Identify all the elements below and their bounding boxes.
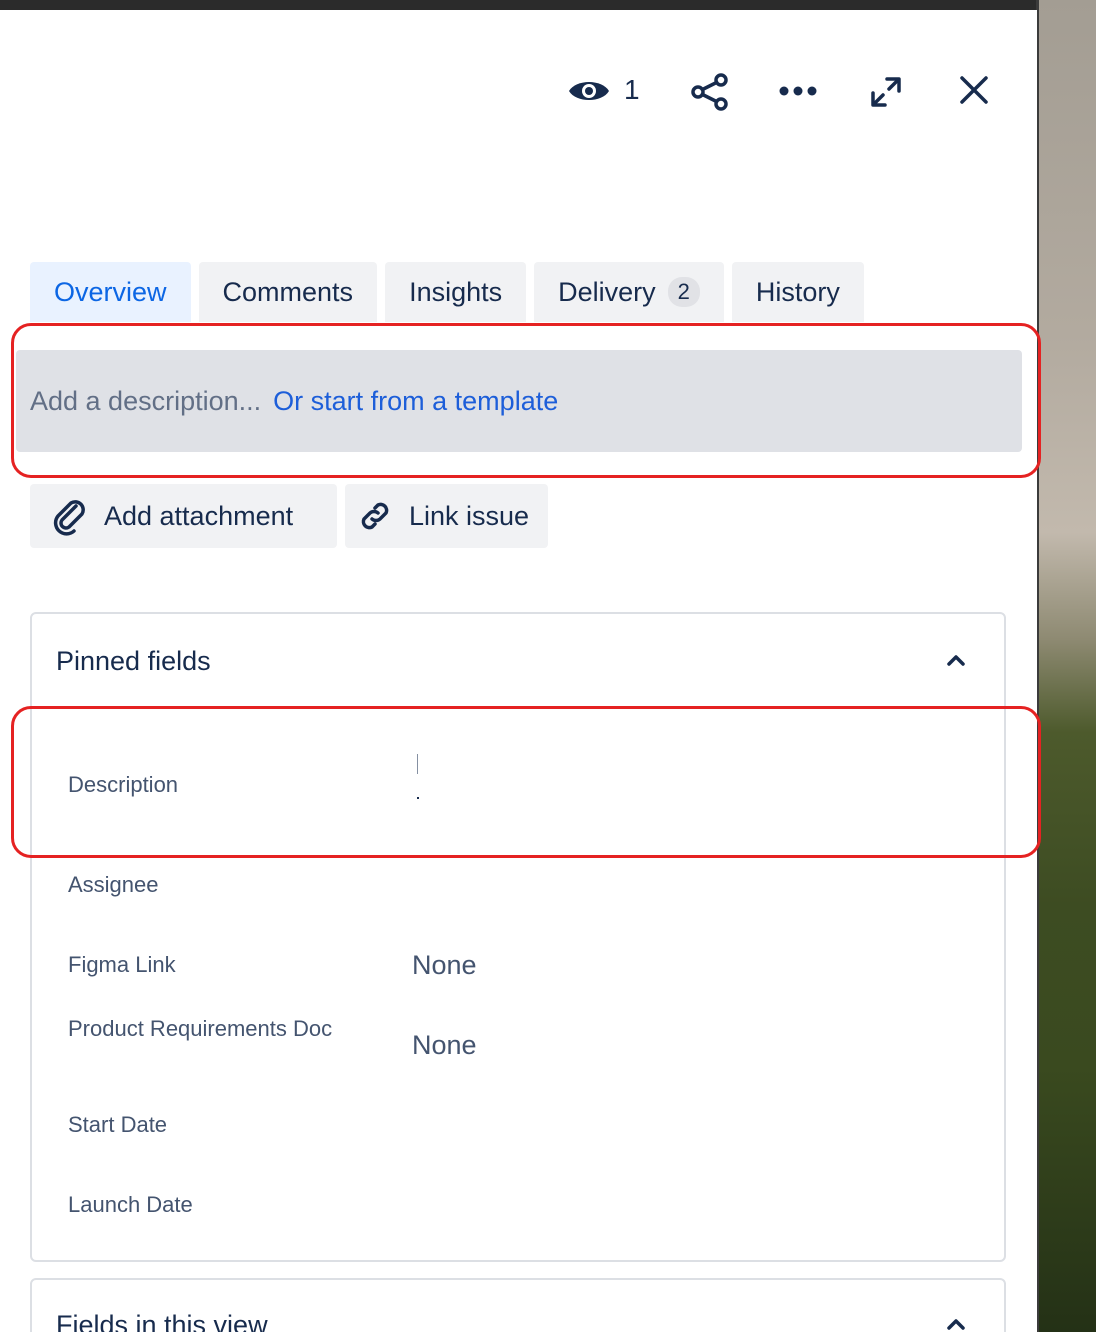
- expand-icon: [871, 77, 901, 107]
- background-wallpaper: [1038, 0, 1096, 1332]
- link-issue-label: Link issue: [409, 500, 530, 531]
- tab-insights[interactable]: Insights: [385, 262, 527, 322]
- add-attachment-button[interactable]: Add attachment: [30, 484, 337, 548]
- field-label-product-requirements-doc: Product Requirements Doc: [68, 1016, 333, 1041]
- add-attachment-label: Add attachment: [104, 500, 294, 531]
- field-value-product-requirements-doc[interactable]: None: [412, 1030, 477, 1061]
- more-actions-button[interactable]: [776, 76, 820, 106]
- description-value-dot: [417, 797, 419, 799]
- close-button[interactable]: [954, 70, 994, 110]
- tab-label: Comments: [222, 276, 354, 307]
- field-label-start-date: Start Date: [68, 1112, 168, 1137]
- template-link[interactable]: Or start from a template: [273, 386, 558, 417]
- delivery-count-badge: 2: [667, 277, 700, 307]
- close-icon: [960, 76, 988, 104]
- window-top-bar: [0, 0, 1040, 10]
- fields-in-view-toggle[interactable]: [942, 1312, 970, 1332]
- field-label-description: Description: [68, 772, 179, 797]
- eye-icon: [569, 82, 609, 100]
- expand-button[interactable]: [864, 70, 908, 114]
- more-icon: [779, 86, 817, 96]
- fields-in-view-title: Fields in this view: [56, 1310, 268, 1332]
- tab-label: Delivery: [558, 276, 656, 307]
- share-button[interactable]: [688, 70, 732, 114]
- link-issue-button[interactable]: Link issue: [345, 484, 548, 548]
- tab-label: History: [755, 276, 840, 307]
- field-value-figma-link[interactable]: None: [412, 950, 477, 981]
- tab-bar: Overview Comments Insights Delivery 2 His…: [30, 262, 864, 322]
- field-label-assignee: Assignee: [68, 872, 159, 897]
- chevron-up-icon: [947, 655, 965, 666]
- tab-label: Insights: [409, 276, 503, 307]
- paperclip-icon: [53, 500, 85, 536]
- watch-count: 1: [624, 74, 640, 105]
- description-text-cursor: [417, 754, 418, 774]
- watch-button[interactable]: [566, 72, 612, 110]
- pinned-fields-title: Pinned fields: [56, 646, 211, 676]
- description-placeholder: Add a description...: [30, 385, 262, 416]
- field-label-figma-link: Figma Link: [68, 952, 176, 977]
- pinned-fields-toggle[interactable]: [942, 648, 970, 677]
- tab-delivery[interactable]: Delivery 2: [534, 262, 724, 322]
- tab-comments[interactable]: Comments: [198, 262, 378, 322]
- share-icon: [691, 73, 728, 111]
- pinned-fields-card: [30, 612, 1006, 1262]
- tab-history[interactable]: History: [731, 262, 864, 322]
- field-label-launch-date: Launch Date: [68, 1192, 193, 1217]
- link-icon: [361, 502, 389, 530]
- chevron-up-icon: [947, 1319, 965, 1330]
- tab-overview[interactable]: Overview: [30, 262, 191, 322]
- description-editor[interactable]: Add a description... Or start from a tem…: [16, 350, 1022, 452]
- tab-label: Overview: [54, 276, 167, 307]
